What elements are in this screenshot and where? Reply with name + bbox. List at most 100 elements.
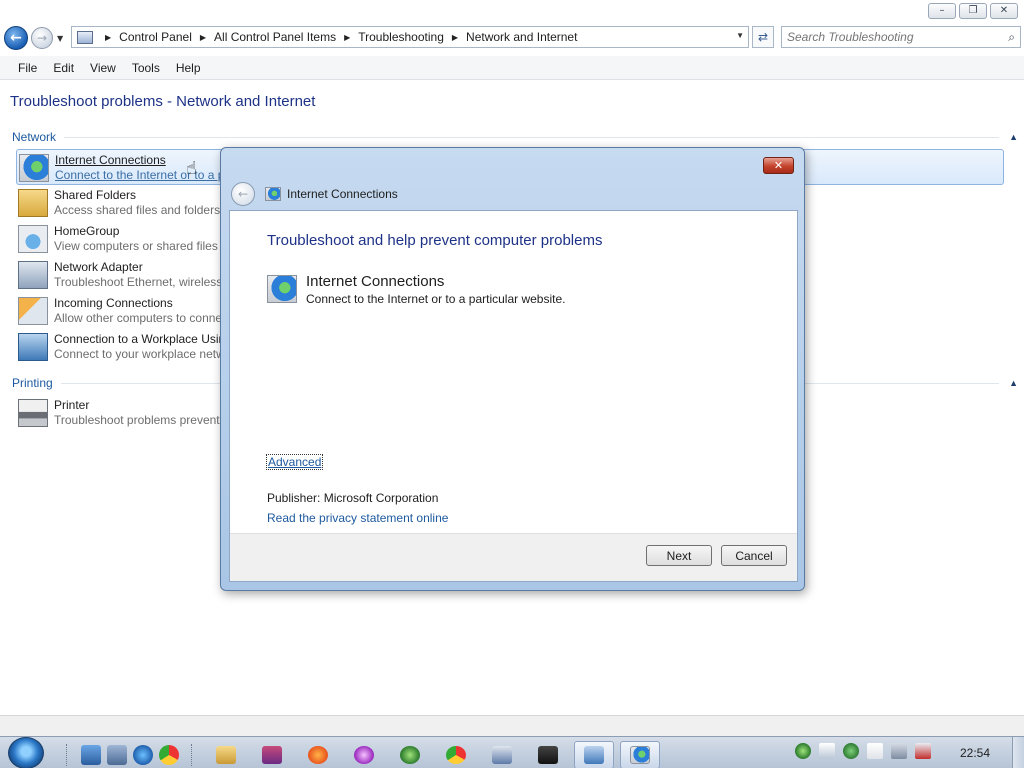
clock[interactable]: 22:54: [960, 746, 990, 760]
breadcrumb-control-panel[interactable]: Control Panel: [119, 30, 192, 44]
volume-muted-icon[interactable]: [915, 743, 931, 759]
maximize-button[interactable]: ❐: [959, 3, 987, 19]
taskbar-firefox[interactable]: [298, 741, 338, 768]
refresh-button[interactable]: ⇄: [752, 26, 774, 48]
tray-security-icon[interactable]: [843, 743, 859, 759]
privacy-link[interactable]: Read the privacy statement online: [267, 511, 448, 525]
dialog-header: ← Internet Connections: [229, 178, 796, 210]
menu-tools[interactable]: Tools: [124, 61, 168, 75]
control-panel-icon: [584, 746, 604, 764]
taskbar: 22:54: [0, 736, 1024, 768]
breadcrumb-all-items[interactable]: All Control Panel Items: [214, 30, 336, 44]
incoming-connections-icon: [18, 297, 48, 325]
chrome-icon: [446, 746, 466, 764]
taskbar-explorer[interactable]: [206, 741, 246, 768]
switch-windows-icon[interactable]: [107, 745, 127, 765]
collapse-icon[interactable]: ▲: [1009, 378, 1018, 388]
media-icon: [354, 746, 374, 764]
breadcrumb-troubleshooting[interactable]: Troubleshooting: [358, 30, 444, 44]
window-controls: – ❐ ✕: [928, 3, 1018, 19]
collapse-icon[interactable]: ▲: [1009, 132, 1018, 142]
dialog-item-name: Internet Connections: [306, 273, 445, 290]
internet-explorer-icon[interactable]: [133, 745, 153, 765]
item-name[interactable]: Shared Folders: [54, 188, 136, 202]
taskbar-network-tool[interactable]: [482, 741, 522, 768]
dialog-item-desc: Connect to the Internet or to a particul…: [306, 292, 566, 306]
printer-icon: [18, 399, 48, 427]
network-status-icon[interactable]: [891, 743, 907, 759]
archive-icon: [262, 746, 282, 764]
chrome-icon[interactable]: [159, 745, 179, 765]
address-row: ← → ▼ ▶ Control Panel ▶ All Control Pane…: [0, 22, 1024, 54]
menu-view[interactable]: View: [82, 61, 124, 75]
network-icon: [400, 746, 420, 764]
chevron-right-icon[interactable]: ▶: [452, 33, 458, 42]
menu-edit[interactable]: Edit: [45, 61, 82, 75]
taskbar-grip[interactable]: [191, 744, 194, 766]
globe-icon: [630, 746, 650, 764]
search-icon[interactable]: ⌕: [1008, 30, 1015, 45]
folder-icon: [216, 746, 236, 764]
address-bar[interactable]: ▶ Control Panel ▶ All Control Panel Item…: [71, 26, 749, 48]
dialog-heading: Troubleshoot and help prevent computer p…: [267, 232, 603, 249]
cancel-button[interactable]: Cancel: [721, 545, 787, 566]
taskbar-app-green[interactable]: [390, 741, 430, 768]
dialog-close-button[interactable]: ✕: [763, 157, 794, 174]
globe-icon: [19, 154, 49, 182]
network-adapter-icon: [18, 261, 48, 289]
chevron-right-icon[interactable]: ▶: [105, 33, 111, 42]
start-button[interactable]: [8, 737, 44, 768]
breadcrumb-network-internet[interactable]: Network and Internet: [466, 30, 577, 44]
back-button[interactable]: ←: [4, 26, 28, 50]
title-bar: – ❐ ✕: [0, 0, 1024, 22]
recent-pages-dropdown[interactable]: ▼: [57, 34, 63, 43]
taskbar-archive[interactable]: [252, 741, 292, 768]
next-button[interactable]: Next: [646, 545, 712, 566]
system-tray: [795, 743, 931, 759]
firefox-icon: [308, 746, 328, 764]
action-center-flag-icon[interactable]: [867, 743, 883, 759]
status-bar: [0, 715, 1024, 736]
troubleshooter-dialog: ✕ ← Internet Connections Troubleshoot an…: [220, 147, 805, 591]
homegroup-icon: [18, 225, 48, 253]
terminal-icon: [538, 746, 558, 764]
item-name[interactable]: Network Adapter: [54, 260, 143, 274]
group-header-network: Network ▲: [12, 130, 1018, 144]
globe-icon: [267, 275, 297, 303]
dialog-title: Internet Connections: [287, 187, 398, 201]
item-name[interactable]: Incoming Connections: [54, 296, 173, 310]
internet-connections-icon: [265, 187, 281, 201]
forward-button[interactable]: →: [31, 27, 53, 49]
control-panel-icon: [77, 30, 93, 44]
advanced-link[interactable]: Advanced: [265, 454, 324, 470]
close-window-button[interactable]: ✕: [990, 3, 1018, 19]
menu-help[interactable]: Help: [168, 61, 209, 75]
menu-file[interactable]: File: [10, 61, 45, 75]
hand-cursor-icon: ☝: [186, 158, 197, 179]
taskbar-control-panel[interactable]: [574, 741, 614, 768]
taskbar-chrome[interactable]: [436, 741, 476, 768]
chevron-right-icon[interactable]: ▶: [344, 33, 350, 42]
taskbar-terminal[interactable]: [528, 741, 568, 768]
group-label: Printing: [12, 376, 53, 390]
item-name[interactable]: Internet Connections: [55, 153, 166, 167]
menu-bar: File Edit View Tools Help: [0, 56, 1024, 80]
taskbar-grip[interactable]: [66, 744, 69, 766]
item-name[interactable]: Printer: [54, 398, 89, 412]
item-name[interactable]: HomeGroup: [54, 224, 119, 238]
tray-document-icon[interactable]: [819, 743, 835, 759]
address-dropdown-icon[interactable]: ▼: [736, 31, 744, 40]
taskbar-app-purple[interactable]: [344, 741, 384, 768]
search-input[interactable]: [782, 27, 992, 47]
divider: [64, 136, 1000, 138]
chevron-right-icon[interactable]: ▶: [200, 33, 206, 42]
show-desktop-icon[interactable]: [81, 745, 101, 765]
dialog-back-button[interactable]: ←: [231, 182, 255, 206]
minimize-button[interactable]: –: [928, 3, 956, 19]
dialog-footer: Next Cancel: [230, 533, 797, 581]
show-desktop-button[interactable]: [1012, 737, 1024, 768]
group-label: Network: [12, 130, 57, 144]
tray-app-icon[interactable]: [795, 743, 811, 759]
search-box[interactable]: ⌕: [781, 26, 1021, 48]
taskbar-troubleshooter[interactable]: [620, 741, 660, 768]
